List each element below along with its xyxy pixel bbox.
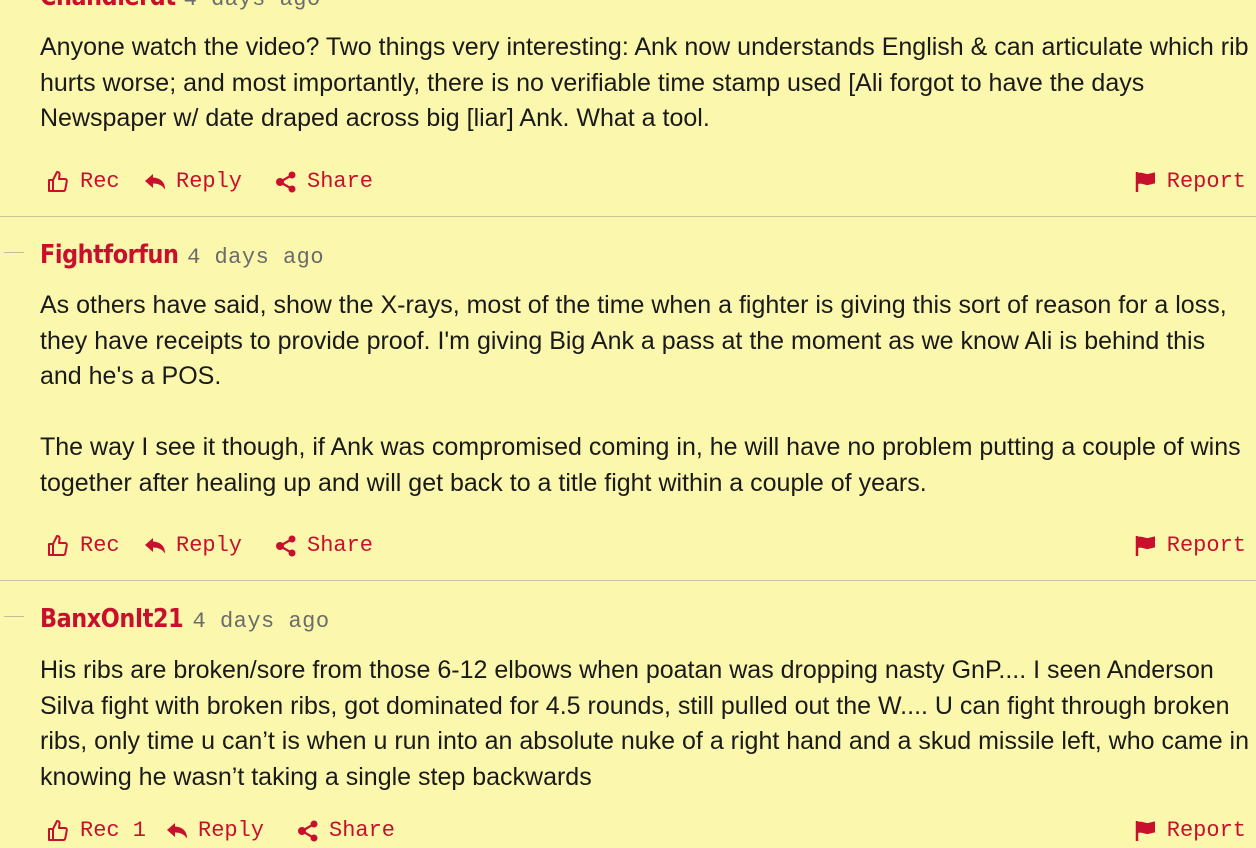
rec-label: Rec 1 bbox=[80, 818, 147, 843]
report-button[interactable]: Report bbox=[1135, 818, 1246, 843]
thumbs-up-icon bbox=[46, 170, 70, 194]
rec-button[interactable]: Rec bbox=[46, 169, 120, 194]
flag-icon bbox=[1135, 820, 1157, 842]
share-button[interactable]: Share bbox=[275, 169, 373, 194]
comment-author[interactable]: Fightforfun bbox=[40, 240, 179, 270]
comment-divider bbox=[0, 216, 1256, 217]
share-icon bbox=[297, 820, 319, 842]
share-button[interactable]: Share bbox=[275, 533, 373, 558]
comment-author[interactable]: BanxOnIt21 bbox=[40, 604, 184, 634]
share-label: Share bbox=[307, 533, 374, 558]
comment-header: Chandlerdt 4 days ago bbox=[40, 0, 321, 12]
reply-label: Reply bbox=[176, 169, 243, 194]
report-label: Report bbox=[1166, 818, 1246, 843]
report-label: Report bbox=[1166, 533, 1246, 558]
reply-label: Reply bbox=[176, 533, 243, 558]
collapse-thread-button[interactable] bbox=[4, 616, 24, 617]
comment-body: His ribs are broken/sore from those 6-12… bbox=[40, 653, 1250, 795]
comment-actions: Rec Reply Share Report bbox=[46, 533, 1246, 563]
flag-icon bbox=[1135, 171, 1157, 193]
flag-icon bbox=[1135, 535, 1157, 557]
comment-paragraph: Anyone watch the video? Two things very … bbox=[40, 33, 1249, 132]
comment-header: Fightforfun 4 days ago bbox=[40, 240, 324, 270]
share-button[interactable]: Share bbox=[297, 818, 395, 843]
rec-button[interactable]: Rec 1 bbox=[46, 818, 146, 843]
reply-label: Reply bbox=[198, 818, 265, 843]
comment-author[interactable]: Chandlerdt bbox=[40, 0, 176, 12]
reply-button[interactable]: Reply bbox=[144, 169, 242, 194]
reply-arrow-icon bbox=[144, 172, 166, 192]
comment-divider bbox=[0, 580, 1256, 581]
reply-button[interactable]: Reply bbox=[144, 533, 242, 558]
thumbs-up-icon bbox=[46, 534, 70, 558]
thumbs-up-icon bbox=[46, 819, 70, 843]
share-icon bbox=[275, 535, 297, 557]
comment-paragraph: As others have said, show the X-rays, mo… bbox=[40, 291, 1227, 390]
comment-actions: Rec 1 Reply Share Report bbox=[46, 818, 1246, 848]
rec-button[interactable]: Rec bbox=[46, 533, 120, 558]
comment-time: 4 days ago bbox=[192, 609, 330, 634]
rec-label: Rec bbox=[80, 169, 120, 194]
comment-paragraph: His ribs are broken/sore from those 6-12… bbox=[40, 656, 1249, 791]
share-label: Share bbox=[307, 169, 374, 194]
share-icon bbox=[275, 171, 297, 193]
share-label: Share bbox=[329, 818, 396, 843]
comment-actions: Rec Reply Share Report bbox=[46, 169, 1246, 199]
comment-header: BanxOnIt21 4 days ago bbox=[40, 604, 330, 634]
comment-time: 4 days ago bbox=[187, 245, 325, 270]
report-label: Report bbox=[1166, 169, 1246, 194]
comment-body: Anyone watch the video? Two things very … bbox=[40, 30, 1250, 137]
rec-label: Rec bbox=[80, 533, 120, 558]
comment-body: As others have said, show the X-rays, mo… bbox=[40, 288, 1250, 501]
reply-button[interactable]: Reply bbox=[166, 818, 264, 843]
report-button[interactable]: Report bbox=[1135, 169, 1246, 194]
comment-time: 4 days ago bbox=[184, 0, 321, 12]
reply-arrow-icon bbox=[166, 821, 188, 841]
comment-paragraph: The way I see it though, if Ank was comp… bbox=[40, 433, 1241, 497]
collapse-thread-button[interactable] bbox=[4, 252, 24, 253]
report-button[interactable]: Report bbox=[1135, 533, 1246, 558]
reply-arrow-icon bbox=[144, 536, 166, 556]
